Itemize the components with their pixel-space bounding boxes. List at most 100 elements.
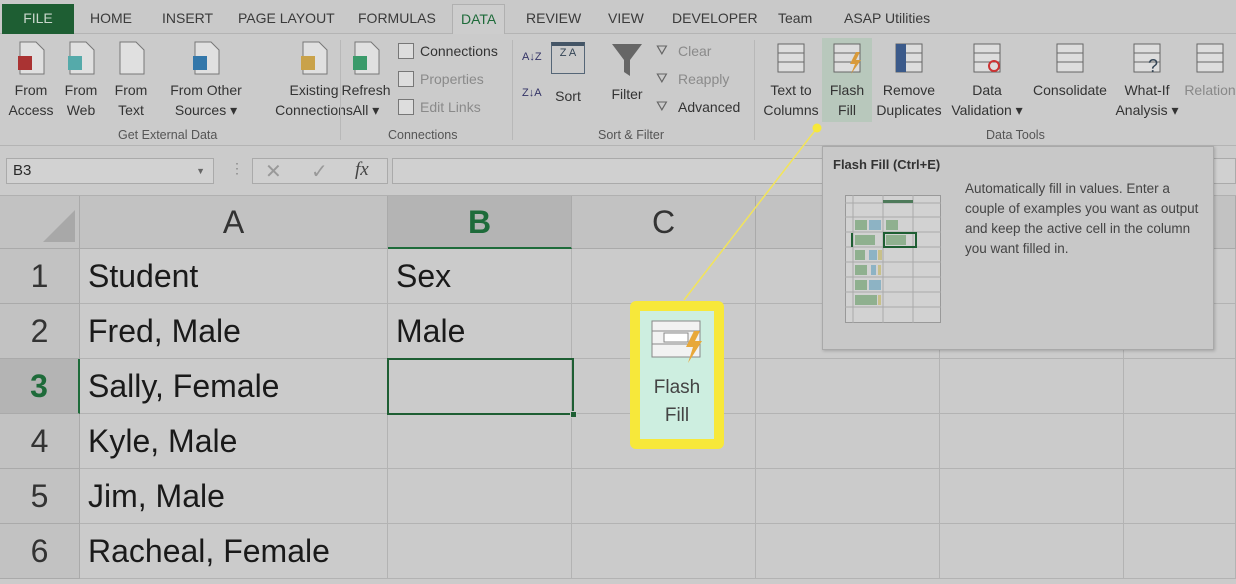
cell-A4[interactable]: Kyle, Male (80, 414, 388, 469)
relationships-button[interactable]: Relation (1180, 38, 1236, 122)
get-external-btn-3[interactable]: From Other Sources ▾ (156, 40, 256, 120)
flash-fill-button-label-1: Flash (829, 82, 865, 98)
cell-C1[interactable] (572, 249, 756, 304)
tab-review[interactable]: REVIEW (518, 4, 589, 34)
sort-az-icon[interactable]: A↓Z (522, 52, 542, 63)
enter-icon[interactable]: ✓ (311, 159, 328, 184)
get-external-btn-1[interactable]: From Web (58, 40, 104, 120)
cell-E6[interactable] (940, 524, 1124, 579)
cell-F6[interactable] (1124, 524, 1236, 579)
column-header-B[interactable]: B (388, 196, 572, 249)
row-header-5[interactable]: 5 (0, 469, 80, 524)
row-header-3[interactable]: 3 (0, 359, 80, 414)
filter-button[interactable]: Filter (604, 42, 650, 104)
flash-fill-icon (830, 40, 864, 76)
tab-view[interactable]: VIEW (600, 4, 652, 34)
row-header-1[interactable]: 1 (0, 249, 80, 304)
ribbon: From Access From Web From Text From Other Sourc… (0, 34, 1236, 146)
tab-insert[interactable]: INSERT (154, 4, 221, 34)
fill-handle[interactable] (570, 411, 577, 418)
group-connections: Connections (388, 128, 458, 142)
tab-asap-utilities[interactable]: ASAP Utilities (836, 4, 938, 34)
name-box[interactable]: B3 ▼ (6, 158, 214, 184)
tab-developer[interactable]: DEVELOPER (664, 4, 766, 34)
relationships-button-label-2: Relation (1184, 82, 1236, 98)
get-external-btn-4-icon (297, 40, 331, 76)
remove-duplicates-button[interactable]: Remove Duplicates (874, 38, 944, 122)
row-header-2[interactable]: 2 (0, 304, 80, 359)
consolidate-button[interactable]: Consolidate (1028, 38, 1112, 122)
consolidate-button-label-2: Consolidate (1033, 82, 1107, 98)
text-to-columns-button[interactable]: Text to Columns (760, 38, 822, 122)
select-all-corner[interactable] (0, 196, 81, 249)
get-external-btn-0-label-2: Access (8, 102, 54, 118)
text-to-columns-button-label-2: Columns (763, 102, 819, 118)
tab-page-layout[interactable]: PAGE LAYOUT (230, 4, 343, 34)
cell-B2[interactable]: Male (388, 304, 572, 359)
get-external-btn-2[interactable]: From Text (108, 40, 154, 120)
get-external-btn-0[interactable]: From Access (4, 40, 58, 120)
row-header-6[interactable]: 6 (0, 524, 80, 579)
cell-F5[interactable] (1124, 469, 1236, 524)
filter-item-1[interactable]: ⛛ Reapply (656, 68, 729, 90)
flash-fill-callout-button[interactable]: Flash Fill (640, 311, 714, 439)
cancel-icon[interactable]: ✕ (265, 159, 282, 184)
connections-item-2[interactable]: Edit Links (398, 96, 481, 118)
what-if-analysis-button[interactable]: ? What-If Analysis ▾ (1112, 38, 1182, 122)
remove-duplicates-button-label-2: Duplicates (876, 102, 942, 118)
tab-file[interactable]: FILE (2, 4, 74, 34)
cell-A1[interactable]: Student (80, 249, 388, 304)
cell-D6[interactable] (756, 524, 940, 579)
cell-B6[interactable] (388, 524, 572, 579)
flash-fill-button[interactable]: Flash Fill (822, 38, 872, 122)
cell-A6[interactable]: Racheal, Female (80, 524, 388, 579)
tab-home[interactable]: HOME (82, 4, 140, 34)
connections-item-1[interactable]: Properties (398, 68, 484, 90)
cell-E5[interactable] (940, 469, 1124, 524)
cell-F3[interactable] (1124, 359, 1236, 414)
active-cell-border (387, 358, 577, 418)
cell-F4[interactable] (1124, 414, 1236, 469)
properties-icon (398, 71, 414, 87)
sort-button[interactable]: Z A Sort (548, 42, 588, 106)
cell-C6[interactable] (572, 524, 756, 579)
group-data-tools: Data Tools (986, 128, 1045, 142)
cell-B1[interactable]: Sex (388, 249, 572, 304)
cell-A5[interactable]: Jim, Male (80, 469, 388, 524)
flash-fill-icon (651, 320, 702, 363)
callout-label-1: Flash (653, 377, 701, 398)
cell-A3[interactable]: Sally, Female (80, 359, 388, 414)
cell-C5[interactable] (572, 469, 756, 524)
insert-function-icon[interactable]: fx (355, 159, 369, 181)
tab-team[interactable]: Team (770, 4, 820, 34)
cell-D3[interactable] (756, 359, 940, 414)
filter-item-0[interactable]: ⛛ Clear (656, 40, 711, 62)
get-external-btn-2-icon (114, 40, 148, 76)
connections-item-0[interactable]: Connections (398, 40, 498, 62)
label: Reapply (678, 71, 730, 87)
label: Properties (420, 71, 484, 87)
column-header-C[interactable]: C (572, 196, 756, 249)
sort-za-icon[interactable]: Z↓A (522, 88, 542, 99)
flash-fill-button-label-2: Fill (838, 102, 856, 118)
tab-formulas[interactable]: FORMULAS (350, 4, 444, 34)
cell-E4[interactable] (940, 414, 1124, 469)
cell-A2[interactable]: Fred, Male (80, 304, 388, 359)
data-validation-button[interactable]: Data Validation ▾ (946, 38, 1028, 122)
text-to-columns-button-label-1: Text to (770, 82, 812, 98)
remove-duplicates-icon (892, 40, 926, 76)
row-header-4[interactable]: 4 (0, 414, 80, 469)
tab-data[interactable]: DATA (452, 4, 506, 34)
cell-B5[interactable] (388, 469, 572, 524)
cell-B4[interactable] (388, 414, 572, 469)
cell-E3[interactable] (940, 359, 1124, 414)
sort-label: Sort (555, 88, 581, 104)
filter-item-2[interactable]: ⛛ Advanced (656, 96, 740, 118)
tooltip-title: Flash Fill (Ctrl+E) (833, 157, 941, 172)
cell-D5[interactable] (756, 469, 940, 524)
flash-fill-callout: Flash Fill (630, 301, 724, 449)
refresh-all-icon (349, 40, 383, 76)
refresh-all-button[interactable]: Refresh All ▾ (336, 40, 396, 120)
column-header-A[interactable]: A (80, 196, 388, 249)
cell-D4[interactable] (756, 414, 940, 469)
